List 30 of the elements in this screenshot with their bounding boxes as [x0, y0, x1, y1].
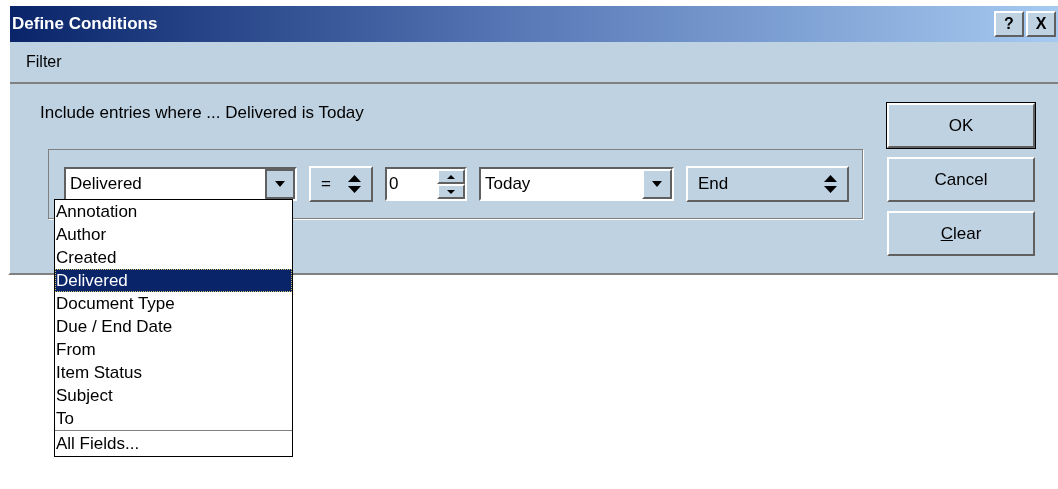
spinner-arrows-icon[interactable] [437, 169, 465, 199]
spinner-value: 0 [389, 173, 399, 196]
field-value: Delivered [69, 173, 142, 196]
operator-button[interactable]: = [309, 166, 373, 202]
date-combo[interactable]: Today [479, 167, 674, 201]
close-button[interactable]: X [1026, 11, 1056, 37]
dialog-button[interactable]: Clear [887, 211, 1035, 256]
dialog-button[interactable]: OK [887, 103, 1035, 148]
list-item[interactable]: From [55, 338, 292, 361]
list-item[interactable]: Annotation [55, 200, 292, 223]
list-item[interactable]: Author [55, 223, 292, 246]
menu-item[interactable]: Filter [26, 50, 62, 74]
field-combo[interactable]: Delivered [64, 167, 297, 201]
list-item[interactable]: All Fields... [55, 430, 292, 456]
list-item[interactable]: Subject [55, 384, 292, 407]
list-item[interactable]: Document Type [55, 292, 292, 315]
list-item[interactable]: Created [55, 246, 292, 269]
dialog-button[interactable]: Cancel [887, 157, 1035, 202]
list-item[interactable]: Due / End Date [55, 315, 292, 338]
list-item[interactable]: Delivered [55, 269, 292, 292]
list-item[interactable]: Item Status [55, 361, 292, 384]
condition-summary: Include entries where ... Delivered is Today [40, 102, 364, 124]
number-spinner[interactable]: 0 [385, 167, 467, 201]
window-title: Define Conditions [12, 13, 158, 36]
field-value: Today [484, 173, 531, 196]
updown-icon [348, 175, 361, 193]
updown-icon [824, 175, 837, 193]
list-item[interactable]: To [55, 407, 292, 430]
connector-button[interactable]: End [686, 166, 849, 202]
help-button[interactable]: ? [994, 11, 1024, 37]
